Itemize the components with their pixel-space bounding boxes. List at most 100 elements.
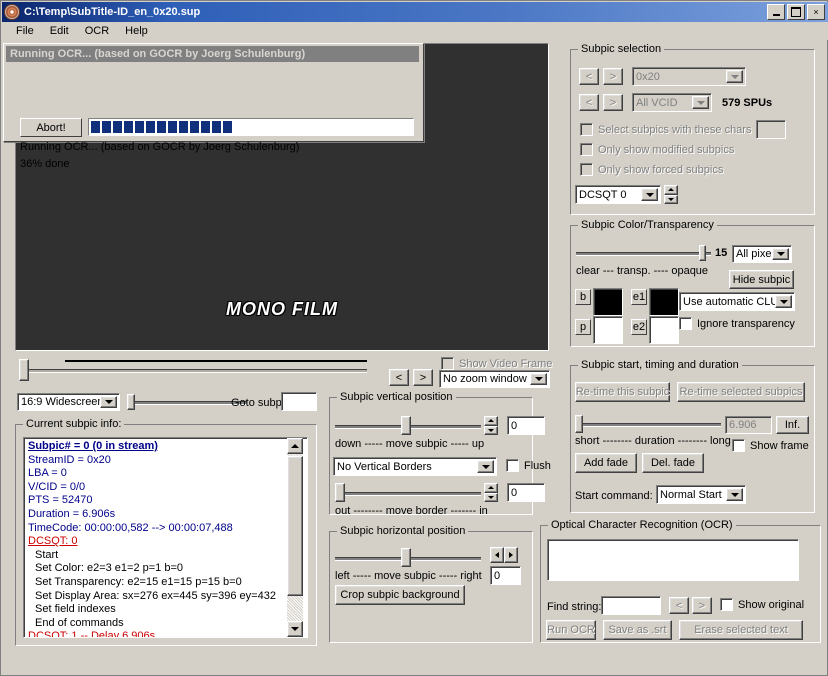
scroll-down-button[interactable] [287, 621, 303, 637]
menu-item-help[interactable]: Help [117, 23, 156, 39]
del-fade-button[interactable]: Del. fade [642, 453, 704, 473]
alpha-slider-thumb[interactable] [699, 245, 706, 261]
vertical-move-input[interactable]: 0 [507, 416, 545, 435]
only-modified-checkbox[interactable]: Only show modified subpics [580, 143, 734, 156]
find-next-button[interactable]: > [692, 597, 712, 614]
info-line[interactable]: LBA = 0 [28, 467, 305, 481]
next-stream-button[interactable]: > [603, 68, 623, 85]
ocr-text-area[interactable] [547, 539, 799, 581]
info-line[interactable]: PTS = 52470 [28, 494, 305, 508]
chevron-down-icon[interactable] [530, 373, 547, 385]
horizontal-move-slider-thumb[interactable] [401, 548, 411, 567]
prev-subpic-button[interactable]: < [389, 369, 409, 386]
chevron-down-icon[interactable] [477, 460, 494, 473]
select-subpics-chars-checkbox[interactable]: Select subpics with these chars [580, 123, 751, 136]
vcid-combo[interactable]: All VCID [632, 93, 712, 112]
prev-stream-button[interactable]: < [579, 68, 599, 85]
info-line[interactable]: Set field indexes [28, 603, 305, 617]
dcsqt-spin-down[interactable] [664, 194, 678, 204]
info-line[interactable]: DCSQT: 0 [28, 535, 305, 549]
scroll-up-button[interactable] [287, 438, 303, 454]
ignore-transparency-checkbox[interactable]: Ignore transparency [679, 317, 795, 330]
vertical-move-slider[interactable] [335, 415, 481, 437]
add-fade-button[interactable]: Add fade [575, 453, 637, 473]
dcsqt-spin-up[interactable] [664, 185, 678, 195]
chevron-down-icon[interactable] [726, 488, 743, 501]
info-list-scrollbar[interactable] [287, 438, 303, 637]
vertical-border-input[interactable]: 0 [507, 483, 545, 502]
vertical-move-slider-thumb[interactable] [401, 416, 411, 435]
info-line[interactable]: DCSQT: 1 -- Delay 6.906s [28, 630, 305, 637]
swatch-p[interactable] [593, 316, 623, 344]
info-line[interactable]: Set Display Area: sx=276 ex=445 sy=396 e… [28, 590, 305, 604]
horizontal-move-spin-left[interactable] [490, 547, 504, 563]
menu-item-file[interactable]: File [8, 23, 42, 39]
info-line[interactable]: Set Transparency: e2=15 e1=15 p=15 b=0 [28, 576, 305, 590]
save-srt-button[interactable]: Save as .srt [603, 620, 672, 640]
info-line[interactable]: TimeCode: 00:00:00,582 --> 00:00:07,488 [28, 522, 305, 536]
minimize-button[interactable] [767, 4, 785, 20]
info-line[interactable]: Duration = 6.906s [28, 508, 305, 522]
swatch-e1[interactable] [649, 288, 679, 316]
vertical-borders-combo[interactable]: No Vertical Borders [333, 457, 497, 476]
next-vcid-button[interactable]: > [603, 94, 623, 111]
chevron-down-icon[interactable] [692, 96, 709, 109]
vertical-border-slider[interactable] [335, 482, 481, 504]
maximize-button[interactable] [787, 4, 805, 20]
info-line[interactable]: Start [28, 549, 305, 563]
duration-slider-thumb[interactable] [575, 415, 583, 433]
prev-vcid-button[interactable]: < [579, 94, 599, 111]
vertical-border-spinner[interactable] [484, 483, 498, 502]
info-line[interactable]: V/CID = 0/0 [28, 481, 305, 495]
next-subpic-button[interactable]: > [413, 369, 433, 386]
vertical-move-spinner[interactable] [484, 416, 498, 435]
horizontal-move-spinner[interactable] [490, 547, 518, 563]
chevron-down-icon[interactable] [775, 295, 792, 308]
goto-subpic-input[interactable] [281, 392, 317, 411]
vertical-border-spin-down[interactable] [484, 492, 498, 502]
info-line[interactable]: StreamID = 0x20 [28, 454, 305, 468]
start-command-combo[interactable]: Normal Start [656, 485, 746, 504]
duration-slider[interactable] [575, 413, 721, 435]
find-prev-button[interactable]: < [669, 597, 689, 614]
show-frame-checkbox[interactable]: Show frame [732, 439, 809, 452]
clut-mode-combo[interactable]: Use automatic CLUT [679, 292, 795, 311]
run-ocr-button[interactable]: Run OCR [546, 620, 596, 640]
horizontal-move-slider[interactable] [335, 547, 481, 569]
show-original-checkbox[interactable]: Show original [720, 598, 804, 611]
zoom-window-combo[interactable]: No zoom window [439, 370, 550, 388]
show-video-frame-checkbox[interactable]: Show Video Frame [441, 357, 552, 370]
vertical-border-spin-up[interactable] [484, 483, 498, 493]
timeline-slider-thumb[interactable] [19, 359, 29, 381]
dcsqt-combo[interactable]: DCSQT 0 [575, 185, 661, 204]
flush-checkbox[interactable]: Flush [506, 459, 551, 472]
vertical-move-spin-up[interactable] [484, 416, 498, 426]
chevron-down-icon[interactable] [100, 396, 117, 408]
vertical-border-slider-thumb[interactable] [335, 483, 345, 502]
alpha-slider[interactable] [576, 243, 711, 263]
scrollbar-thumb[interactable] [287, 456, 303, 596]
stream-id-combo[interactable]: 0x20 [632, 67, 746, 86]
hide-subpic-button[interactable]: Hide subpic [729, 270, 794, 289]
chevron-down-icon[interactable] [772, 248, 789, 260]
erase-selected-text-button[interactable]: Erase selected text [679, 620, 803, 640]
abort-button[interactable]: Abort! [20, 118, 82, 137]
close-button[interactable]: × [807, 4, 825, 20]
vertical-move-spin-down[interactable] [484, 425, 498, 435]
crop-subpic-background-button[interactable]: Crop subpic background [335, 585, 465, 605]
horizontal-move-spin-right[interactable] [504, 547, 518, 563]
select-subpics-chars-input[interactable] [756, 120, 786, 139]
dcsqt-spinner[interactable] [664, 185, 678, 204]
menu-item-ocr[interactable]: OCR [77, 23, 117, 39]
goto-subpic-slider[interactable] [127, 393, 247, 411]
pixel-filter-combo[interactable]: All pixels [732, 245, 792, 263]
chevron-down-icon[interactable] [726, 70, 743, 83]
info-line[interactable]: Subpic# = 0 (0 in stream) [28, 440, 305, 454]
find-string-input[interactable] [601, 596, 661, 615]
retime-selected-subpics-button[interactable]: Re-time selected subpics [677, 382, 805, 402]
retime-this-subpic-button[interactable]: Re-time this subpic [575, 382, 670, 402]
horizontal-move-input[interactable]: 0 [490, 566, 521, 585]
info-line[interactable]: Set Color: e2=3 e1=2 p=1 b=0 [28, 562, 305, 576]
menu-item-edit[interactable]: Edit [42, 23, 77, 39]
info-line[interactable]: End of commands [28, 617, 305, 631]
